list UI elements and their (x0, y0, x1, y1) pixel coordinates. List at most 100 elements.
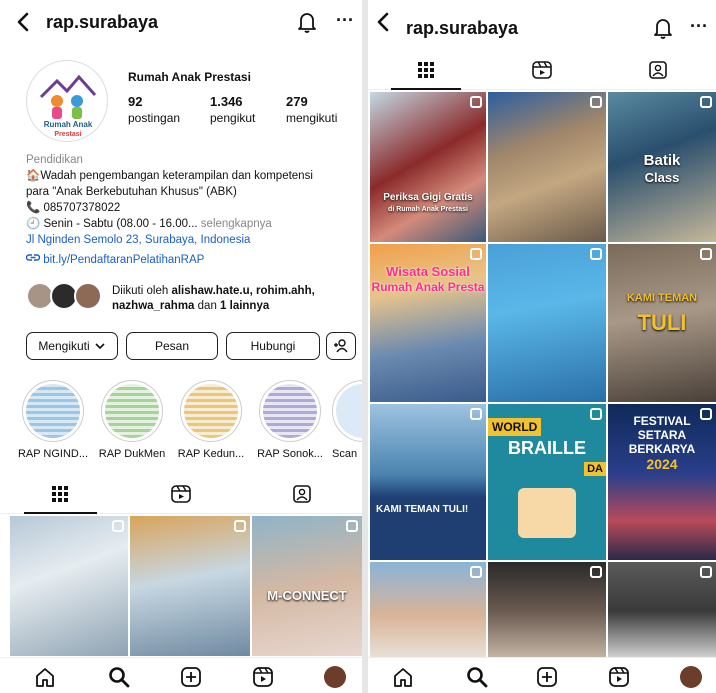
reels-nav-icon[interactable] (252, 666, 274, 688)
post-thumbnail[interactable] (370, 562, 486, 660)
contact-button[interactable]: Hubungi (226, 332, 320, 360)
post-overlay-text: DA (584, 462, 606, 476)
post-thumbnail[interactable] (130, 516, 250, 656)
stat-label: pengikut (210, 111, 256, 125)
bio-url-row[interactable]: bit.ly/PendaftaranPelatihanRAP (26, 252, 356, 268)
more-options-icon[interactable]: ··· (688, 16, 710, 40)
search-icon[interactable] (466, 666, 488, 688)
tab-posts[interactable] (0, 474, 121, 514)
highlight-1[interactable]: RAP NGIND... (16, 380, 90, 460)
post-overlay-text: KAMI TEMAN TULI! (376, 504, 469, 515)
chevron-down-icon (95, 343, 105, 350)
highlight-4[interactable]: RAP Sonok... (253, 380, 327, 460)
stat-value: 279 (286, 94, 308, 109)
post-thumbnail[interactable]: WORLD BRAILLE DA (488, 404, 606, 560)
highlight-5[interactable]: Scan (332, 380, 362, 460)
followed-users[interactable]: alishaw.hate.u, rohim.ahh, (171, 285, 314, 297)
message-label: Pesan (154, 339, 190, 353)
post-overlay-text: Rumah Anak Presta (371, 280, 485, 294)
post-thumbnail[interactable] (10, 516, 128, 656)
reel-icon (700, 96, 712, 108)
post-thumbnail[interactable]: KAMI TEMAN TULI! (370, 404, 486, 560)
tab-reels[interactable] (121, 474, 242, 513)
highlight-3[interactable]: RAP Kedun... (174, 380, 248, 460)
tagged-icon (649, 60, 667, 79)
bio-address-link[interactable]: Jl Nginden Semolo 23, Surabaya, Indonesi… (26, 232, 356, 248)
stat-label: mengikuti (286, 111, 338, 125)
followed-by[interactable]: Diikuti oleh alishaw.hate.u, rohim.ahh, … (26, 282, 356, 318)
reels-icon (171, 484, 191, 503)
profile-avatar[interactable]: Rumah Anak Prestasi (26, 60, 108, 142)
more-options-icon[interactable]: ··· (334, 10, 356, 34)
post-thumbnail[interactable] (488, 562, 606, 660)
post-thumbnail[interactable]: Periksa Gigi Gratis di Rumah Anak Presta… (370, 92, 486, 242)
post-overlay-text: Wisata Sosial (386, 264, 470, 279)
post-thumbnail[interactable] (608, 562, 716, 660)
home-icon[interactable] (34, 666, 56, 688)
bio-phone: 📞 085707378022 (26, 202, 121, 214)
action-buttons: Mengikuti Pesan Hubungi (26, 332, 356, 360)
home-icon[interactable] (392, 666, 414, 688)
post-overlay-text: 2024 (646, 456, 678, 472)
back-arrow-icon[interactable] (372, 10, 394, 34)
carousel-icon (590, 408, 602, 420)
reels-icon (532, 60, 552, 79)
bio-line-1: 🏠Wadah pengembangan keterampilan dan kom… (26, 170, 313, 182)
highlight-2[interactable]: RAP DukMen (95, 380, 169, 460)
bio-category: Pendidikan (26, 154, 83, 166)
stat-posts[interactable]: 92 postingan (128, 94, 180, 125)
add-person-button[interactable] (326, 332, 356, 360)
stat-following[interactable]: 279 mengikuti (286, 94, 337, 125)
profile-screen-right: rap.surabaya ··· Periksa Gigi Gratis di … (368, 0, 716, 693)
post-overlay-text: M-CONNECT (267, 588, 347, 603)
post-thumbnail[interactable]: KAMI TEMAN TULI (608, 244, 716, 402)
create-post-icon[interactable] (536, 666, 558, 688)
stat-value: 1.346 (210, 94, 243, 109)
post-thumbnail[interactable]: Batik Class (608, 92, 716, 242)
post-overlay-text: FESTIVAL (633, 414, 691, 428)
carousel-icon (470, 566, 482, 578)
bio-url[interactable]: bit.ly/PendaftaranPelatihanRAP (43, 254, 204, 266)
followed-by-text: Diikuti oleh alishaw.hate.u, rohim.ahh, … (112, 284, 315, 314)
bio-hours: 🕘 Senin - Sabtu (08.00 - 16.00... (26, 218, 198, 230)
top-bar: rap.surabaya ··· (0, 0, 362, 44)
link-icon (26, 254, 41, 261)
post-thumbnail[interactable] (488, 92, 606, 242)
grid-icon (52, 485, 69, 502)
search-icon[interactable] (108, 666, 130, 688)
bell-icon[interactable] (296, 10, 318, 34)
bio-more-link[interactable]: selengkapnya (201, 218, 272, 230)
profile-nav-avatar[interactable] (324, 666, 346, 688)
tab-posts[interactable] (368, 50, 484, 90)
post-thumbnail[interactable]: M-CONNECT (252, 516, 362, 656)
post-overlay-text: Class (644, 170, 680, 185)
back-arrow-icon[interactable] (12, 10, 34, 34)
bottom-navigation (368, 657, 716, 693)
add-person-icon (334, 339, 348, 353)
create-post-icon[interactable] (180, 666, 202, 688)
stat-followers[interactable]: 1.346 pengikut (210, 94, 255, 125)
post-overlay-text: BERKARYA (628, 442, 696, 456)
followed-others[interactable]: 1 lainnya (220, 300, 269, 312)
carousel-icon (590, 248, 602, 260)
profile-nav-avatar[interactable] (680, 666, 702, 688)
post-thumbnail[interactable]: FESTIVAL SETARA BERKARYA 2024 (608, 404, 716, 560)
reel-icon (590, 96, 602, 108)
following-button[interactable]: Mengikuti (26, 332, 118, 360)
followed-user-3[interactable]: nazhwa_rahma (112, 300, 194, 312)
tagged-icon (292, 484, 311, 503)
tab-tagged[interactable] (241, 474, 362, 513)
reels-nav-icon[interactable] (608, 666, 630, 688)
avatar-text-2: Prestasi (54, 131, 81, 138)
tab-reels[interactable] (484, 50, 600, 89)
follower-avatar (74, 282, 102, 310)
post-thumbnail[interactable] (488, 244, 606, 402)
message-button[interactable]: Pesan (126, 332, 218, 360)
profile-screen-left: rap.surabaya ··· Rumah Anak Prestasi Rum… (0, 0, 362, 693)
profile-bio: Pendidikan 🏠Wadah pengembangan keterampi… (26, 152, 356, 268)
post-overlay-text: TULI (637, 310, 687, 335)
tab-tagged[interactable] (600, 50, 716, 89)
bell-icon[interactable] (652, 16, 674, 40)
bottom-navigation (0, 657, 362, 693)
post-thumbnail[interactable]: Wisata Sosial Rumah Anak Presta (370, 244, 486, 402)
